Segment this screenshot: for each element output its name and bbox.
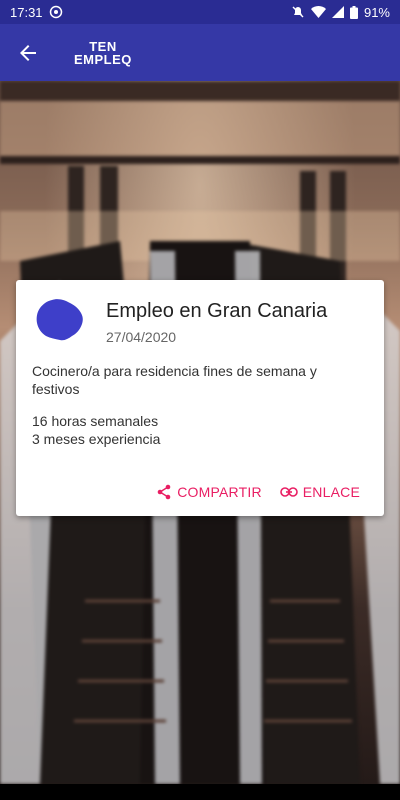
status-time: 17:31 <box>10 4 43 20</box>
job-detail-hours: 16 horas semanales <box>32 413 159 429</box>
card-title: Empleo en Gran Canaria <box>106 300 328 322</box>
job-details: 16 horas semanales 3 meses experiencia <box>32 412 160 448</box>
back-button[interactable] <box>0 25 56 81</box>
logo-line-1: TEN <box>89 38 117 54</box>
mute-icon <box>291 5 305 19</box>
link-icon <box>279 487 298 497</box>
share-button[interactable]: COMPARTIR <box>156 484 262 500</box>
battery-level: 91% <box>363 4 390 20</box>
job-card: Empleo en Gran Canaria 27/04/2020 Cocine… <box>16 280 384 516</box>
app-notification-icon <box>49 5 63 19</box>
back-arrow-icon <box>20 44 36 61</box>
signal-icon <box>331 6 344 18</box>
app-logo: TEN EMPLEQ <box>74 40 132 66</box>
system-navigation-bar <box>0 784 400 800</box>
logo-line-2: EMPLEQ <box>74 51 132 67</box>
gran-canaria-island-icon <box>36 299 83 341</box>
share-button-label: COMPARTIR <box>177 484 262 500</box>
app-bar: TEN EMPLEQ <box>0 24 400 81</box>
job-detail-experience: 3 meses experiencia <box>32 431 161 447</box>
wifi-icon <box>310 6 326 18</box>
battery-icon <box>349 5 358 19</box>
card-date: 27/04/2020 <box>106 329 177 345</box>
link-button[interactable]: ENLACE <box>279 484 360 500</box>
job-description: Cocinero/a para residencia fines de sema… <box>32 363 317 397</box>
link-button-label: ENLACE <box>302 484 360 500</box>
share-icon <box>157 484 171 500</box>
status-bar: 17:31 91% <box>0 0 400 24</box>
card-actions: COMPARTIR ENLACE <box>156 484 360 500</box>
card-header: Empleo en Gran Canaria 27/04/2020 <box>34 298 327 345</box>
